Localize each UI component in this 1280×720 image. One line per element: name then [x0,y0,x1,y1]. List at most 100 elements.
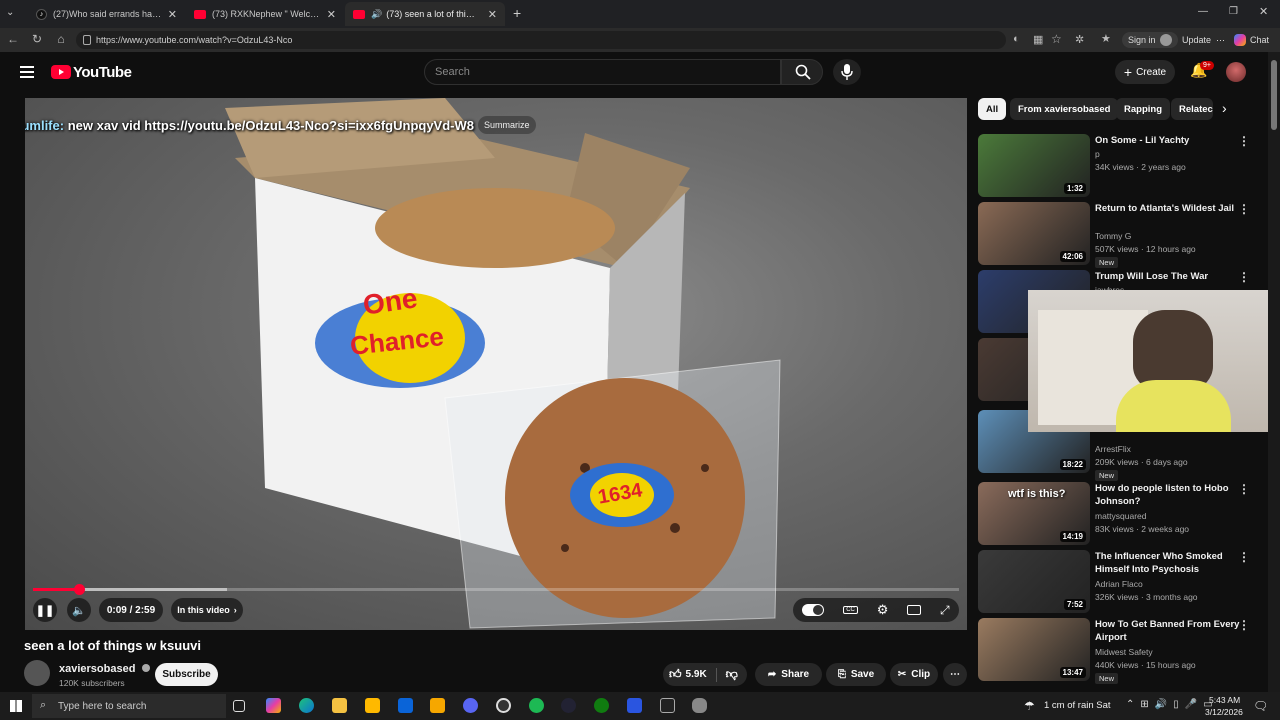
recommendation-channel[interactable]: Tommy G [1095,230,1131,243]
recommendation-channel[interactable]: ArrestFlix [1095,443,1131,456]
discord-icon[interactable] [463,698,478,713]
video-thumbnail[interactable]: wtf is this? 14:19 [978,482,1090,545]
recommendation-channel[interactable]: p [1095,148,1100,161]
back-icon[interactable]: ← [2,32,24,46]
clock-date[interactable]: 3/12/2026 [1205,707,1243,717]
apps-icon[interactable]: ▦ [1033,33,1043,46]
clock-time[interactable]: 5:43 AM [1209,695,1240,705]
sign-in-button[interactable]: Sign in [1122,32,1178,48]
chip-rapping[interactable]: Rapping [1116,98,1170,120]
tab-list-chevron-icon[interactable]: ⌄ [6,7,14,18]
youtube-logo-icon[interactable] [51,65,71,79]
favorites-icon[interactable]: ★ [1101,32,1111,45]
channel-avatar[interactable] [24,660,50,686]
copilot-chat-button[interactable]: Chat [1228,32,1275,48]
video-thumbnail[interactable]: 42:06 [978,202,1090,265]
close-icon[interactable]: ✕ [162,8,177,21]
dislike-button[interactable]: 👎︎ [726,667,738,682]
file-explorer-icon[interactable] [332,698,347,713]
reader-icon[interactable]: ◐ [1013,33,1020,45]
url-field[interactable]: https://www.youtube.com/watch?v=OdzuL43-… [76,31,1006,49]
weather-icon[interactable]: ☂ [1024,699,1035,713]
extensions-icon[interactable]: ✲ [1075,33,1084,46]
recommendation-item[interactable]: 7:52 The Influencer Who Smoked Himself In… [978,550,1268,614]
store-icon[interactable] [365,698,380,713]
tab-active-video[interactable]: 🔊 (73) seen a lot of things w ksu ✕ [345,2,505,26]
recommendation-channel[interactable]: mattysquared [1095,510,1147,523]
chip-related[interactable]: Relatec [1171,98,1213,120]
notes-icon[interactable] [430,698,445,713]
like-button[interactable]: 👍︎ 5.9K [669,667,707,682]
epic-games-icon[interactable] [660,698,675,713]
more-vertical-icon[interactable]: ⋮ [1238,482,1250,496]
video-thumbnail[interactable]: 13:47 [978,618,1090,681]
more-vertical-icon[interactable]: ⋮ [1238,618,1250,632]
spotify-icon[interactable] [529,698,544,713]
share-button[interactable]: ➦ Share [755,663,822,686]
home-icon[interactable]: ⌂ [50,32,72,46]
recommendation-item[interactable]: 42:06 Return to Atlanta's Wildest Jail Tom… [978,202,1268,268]
xbox-icon[interactable] [594,698,609,713]
recommendation-title[interactable]: Return to Atlanta's Wildest Jail [1095,202,1245,215]
tab-tiktok[interactable]: ♪ (27)Who said errands have to be b ✕ [28,2,185,26]
windows-start-icon[interactable] [10,700,22,712]
summarize-button[interactable]: Summarize [478,116,536,134]
account-avatar[interactable] [1226,62,1246,82]
video-thumbnail[interactable]: 1:32 [978,134,1090,197]
close-icon[interactable]: ✕ [321,8,336,21]
menu-icon[interactable] [20,66,34,78]
media-player-icon[interactable] [561,698,576,713]
search-input[interactable]: Search [424,59,781,85]
recommendation-item[interactable]: 13:47 How To Get Banned From Every Airpor… [978,618,1268,684]
recommendation-title[interactable]: On Some - Lil Yachty [1095,134,1245,147]
video-thumbnail[interactable]: 7:52 [978,550,1090,613]
clip-button[interactable]: ✂ Clip [890,663,938,686]
taskbar-search-input[interactable]: ⌕ Type here to search [32,694,226,718]
save-button[interactable]: ⎘ Save [826,663,886,686]
copilot-icon[interactable] [266,698,281,713]
refresh-icon[interactable]: ↻ [26,32,48,46]
recommendation-channel[interactable]: Adrian Flaco [1095,578,1143,591]
in-this-video-button[interactable]: In this video › [171,598,243,622]
app-shield-icon[interactable] [692,698,707,713]
recommendation-title[interactable]: The Influencer Who Smoked Himself Into P… [1095,550,1245,576]
more-actions-button[interactable]: ⋯ [943,663,967,686]
close-window-icon[interactable]: ✕ [1259,5,1268,18]
recommendation-title[interactable]: Trump Will Lose The War [1095,270,1245,283]
speaker-icon[interactable]: 🔊 [371,9,382,20]
recommendation-title[interactable]: How do people listen to Hobo Johnson? [1095,482,1245,508]
notifications-icon[interactable]: 🗨 [1253,699,1268,713]
search-button[interactable] [781,59,823,85]
volume-button[interactable]: 🔈 [67,598,91,622]
edge-icon[interactable] [299,698,314,713]
recommendation-title[interactable]: How To Get Banned From Every Airport [1095,618,1245,644]
tab-rxknephew[interactable]: (73) RXKNephew " Welcome 2 The ✕ [186,2,344,26]
fullscreen-icon[interactable]: ⤢ [940,603,950,618]
progress-bar[interactable] [33,584,959,595]
chip-from-channel[interactable]: From xaviersobased [1010,98,1119,120]
recommendation-item[interactable]: wtf is this? 14:19 How do people listen to… [978,482,1268,546]
chip-all[interactable]: All [978,98,1007,120]
youtube-wordmark[interactable]: YouTube [73,64,132,81]
autoplay-toggle[interactable] [802,604,825,616]
restore-icon[interactable]: ❐ [1229,6,1238,17]
pause-button[interactable]: ❚❚ [33,598,57,622]
close-icon[interactable]: ✕ [482,8,497,21]
new-tab-icon[interactable]: + [513,5,521,21]
more-vertical-icon[interactable]: ⋮ [1238,202,1250,216]
channel-name[interactable]: xaviersobased [59,663,150,675]
theater-mode-icon[interactable] [907,605,922,615]
settings-gear-icon[interactable]: ⚙ [877,602,889,618]
create-button[interactable]: + Create [1115,60,1175,84]
scrollbar-thumb[interactable] [1271,60,1277,130]
recommendation-channel[interactable]: Midwest Safety [1095,646,1153,659]
favorite-star-icon[interactable]: ☆ [1051,32,1062,46]
subscribe-button[interactable]: Subscribe [155,663,218,686]
mail-icon[interactable] [398,698,413,713]
voice-search-button[interactable] [833,59,861,85]
chips-next-icon[interactable]: › [1222,100,1227,116]
minimize-icon[interactable]: — [1198,6,1208,17]
more-vertical-icon[interactable]: ⋮ [1238,550,1250,564]
obs-icon[interactable] [496,698,511,713]
recommendation-item[interactable]: 1:32 On Some - Lil Yachty p 34K views · 2 y… [978,134,1268,198]
